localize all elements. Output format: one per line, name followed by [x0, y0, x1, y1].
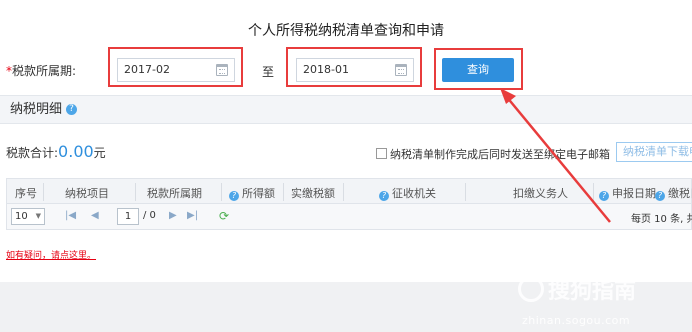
help-icon[interactable]: ? [66, 104, 78, 115]
pager-info: 每页 10 条, 共 0 [631, 214, 692, 225]
date-separator: 至 [262, 65, 275, 79]
col-collection-office[interactable]: ? 征收机关 [379, 185, 436, 201]
download-list-button[interactable]: 纳税清单下载申 [616, 142, 692, 162]
period-label-text: 税款所属期: [12, 64, 77, 78]
col-pay-date[interactable]: ?缴税日 [655, 185, 692, 201]
col-income[interactable]: ? 所得额 [229, 185, 275, 201]
prev-page-icon[interactable]: ◀ [91, 210, 99, 221]
total-pages: / 0 [143, 210, 156, 221]
pager: 10 |◀ ◀ 1 / 0 ▶ ▶| ⟳ 每页 10 条, 共 0 [6, 204, 692, 230]
watermark-logo: 搜狗指南 [518, 273, 636, 305]
help-icon[interactable]: ? [599, 191, 609, 201]
help-link[interactable]: 如有疑问，请点这里。 [6, 248, 96, 261]
tax-detail-panel: 纳税明细? 税款合计:0.00元 纳税清单制作完成后同时发送至绑定电子邮箱 纳税… [0, 95, 692, 275]
page-title: 个人所得税纳税清单查询和申请 [248, 23, 444, 39]
col-withholding-agent[interactable]: 扣缴义务人 [513, 185, 568, 201]
tax-total: 税款合计:0.00元 [6, 142, 106, 161]
page-size-select[interactable]: 10 [11, 208, 45, 225]
refresh-icon[interactable]: ⟳ [219, 209, 229, 223]
help-icon[interactable]: ? [229, 191, 239, 201]
start-date-input[interactable]: 2017-02 [117, 58, 235, 82]
col-tax-period[interactable]: 税款所属期 [147, 185, 202, 201]
first-page-icon[interactable]: |◀ [65, 210, 76, 221]
col-index[interactable]: 序号 [15, 185, 37, 201]
panel-title: 纳税明细 [10, 102, 63, 117]
panel-header: 纳税明细? [0, 96, 692, 124]
query-button[interactable]: 查询 [442, 58, 514, 82]
calendar-icon[interactable] [395, 64, 407, 76]
email-option[interactable]: 纳税清单制作完成后同时发送至绑定电子邮箱 [376, 146, 610, 162]
sogou-logo-icon [518, 276, 544, 302]
col-declare-date[interactable]: ? 申报日期 [599, 185, 656, 201]
tax-total-label: 税款合计: [6, 146, 59, 160]
col-paid-tax[interactable]: 实缴税额 [291, 185, 335, 201]
period-label: *税款所属期: [6, 62, 76, 79]
col-tax-item[interactable]: 纳税项目 [65, 185, 109, 201]
calendar-icon[interactable] [216, 64, 228, 76]
current-page-input[interactable]: 1 [117, 208, 139, 225]
start-date-value: 2017-02 [124, 63, 170, 76]
email-checkbox[interactable] [376, 148, 387, 159]
watermark-url: zhinan.sogou.com [522, 314, 631, 327]
email-checkbox-label: 纳税清单制作完成后同时发送至绑定电子邮箱 [390, 148, 610, 161]
page: 个人所得税纳税清单查询和申请 *税款所属期: 2017-02 至 2018-01… [0, 0, 692, 332]
next-page-icon[interactable]: ▶ [169, 210, 177, 221]
end-date-input[interactable]: 2018-01 [296, 58, 414, 82]
tax-total-amount: 0.00 [58, 142, 94, 161]
end-date-value: 2018-01 [303, 63, 349, 76]
tax-total-unit: 元 [93, 146, 106, 160]
last-page-icon[interactable]: ▶| [187, 210, 198, 221]
help-icon[interactable]: ? [379, 191, 389, 201]
help-icon[interactable]: ? [655, 191, 665, 201]
grid-header: 序号 纳税项目 税款所属期 ? 所得额 实缴税额 ? 征收机关 扣缴义务人 ? 申报日… [6, 178, 692, 204]
